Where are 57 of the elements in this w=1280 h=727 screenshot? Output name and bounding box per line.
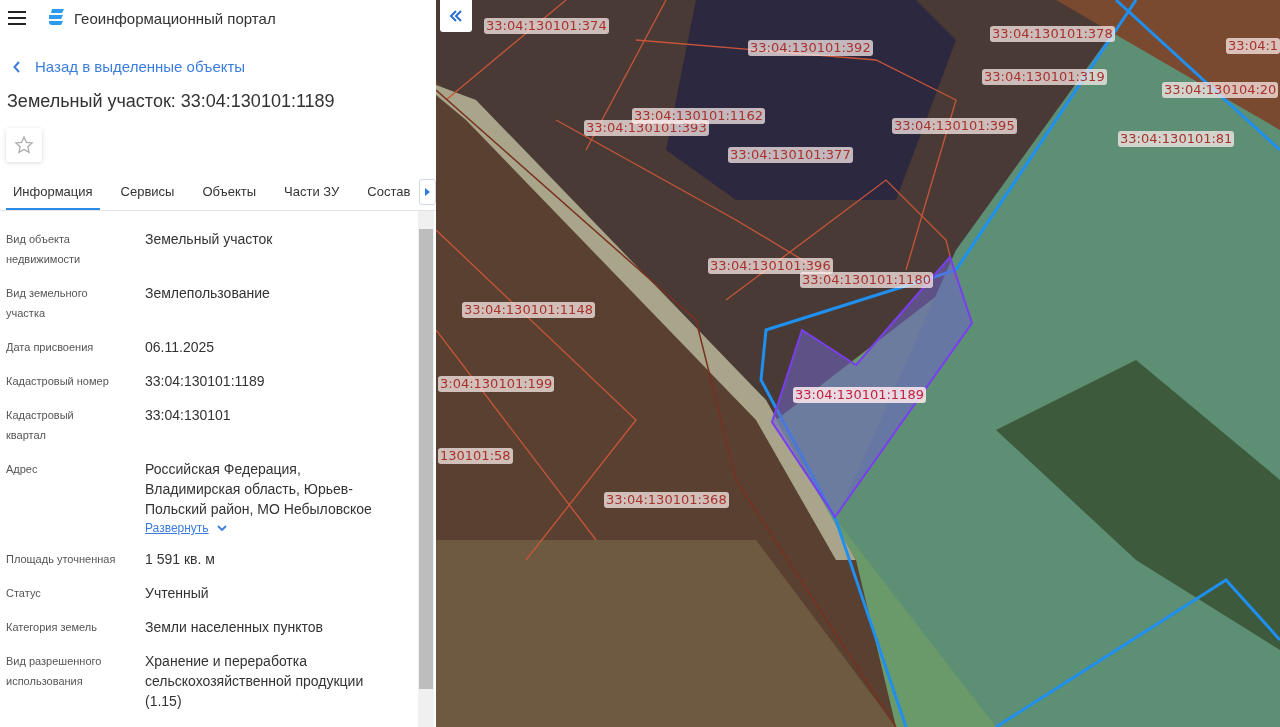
caret-right-icon — [425, 188, 431, 196]
parcel-label[interactable]: 33:04:1 — [1226, 38, 1280, 54]
scroll-tabs-button[interactable] — [419, 179, 436, 205]
property-value: Российская Федерация, Владимирская область, Юрьев-Польский район, МО Небыловское — [145, 460, 373, 519]
property-value: 1 591 кв. м — [145, 550, 216, 569]
property-value: 33:04:130101 — [145, 406, 232, 425]
chevron-left-icon — [13, 60, 21, 73]
parcel-label[interactable]: 33:04:130101:81 — [1118, 131, 1235, 147]
parcel-label[interactable]: 33:04:130101:396 — [708, 258, 833, 274]
property-value: Учтенный — [145, 584, 210, 603]
scrollbar[interactable] — [418, 211, 434, 727]
star-icon — [14, 135, 34, 155]
property-value: Земельный участок — [145, 230, 274, 249]
parcel-label[interactable]: 130101:58 — [438, 448, 513, 464]
parcel-label[interactable]: 33:04:130101:378 — [990, 26, 1115, 42]
property-label: Вид разрешенного использования — [6, 654, 103, 689]
parcel-label[interactable]: 33:04:130101:319 — [982, 69, 1107, 85]
property-label: Вид объекта недвижимости — [6, 232, 82, 267]
tab[interactable]: Состав — [360, 174, 418, 210]
parcel-label[interactable]: 33:04:130101:1180 — [800, 272, 933, 288]
property-value: Землепользование — [145, 284, 271, 303]
object-title: Земельный участок: 33:04:130101:1189 — [7, 91, 336, 112]
tab[interactable]: Части ЗУ — [277, 174, 347, 210]
back-link[interactable]: Назад в выделенные объекты — [13, 58, 436, 75]
tab[interactable]: Информация — [6, 174, 100, 210]
tab[interactable]: Объекты — [195, 174, 264, 210]
double-chevron-left-icon — [449, 10, 463, 22]
favorite-button[interactable] — [6, 128, 42, 162]
expand-link[interactable]: Развернуть — [145, 521, 227, 535]
property-value: 06.11.2025 — [145, 338, 216, 357]
property-label: Адрес — [6, 462, 39, 477]
property-label: Вид земельного участка — [6, 286, 89, 321]
parcel-label[interactable]: 33:04:130101:377 — [728, 147, 853, 163]
property-label: Кадастровый квартал — [6, 408, 75, 443]
logo-icon — [46, 8, 66, 28]
parcel-label[interactable]: 33:04:130101:1162 — [632, 108, 765, 124]
menu-icon[interactable] — [8, 11, 26, 25]
property-label: Кадастровый номер — [6, 374, 110, 389]
property-value: Хранение и переработка сельскохозяйственной продукции (1.15) — [145, 652, 365, 711]
parcel-label[interactable]: 3:04:130101:199 — [438, 376, 555, 392]
parcel-label[interactable]: 33:04:130101:368 — [604, 492, 729, 508]
property-label: Статус — [6, 586, 42, 601]
property-value: 33:04:130101:1189 — [145, 372, 266, 391]
parcel-label[interactable]: 33:04:130101:374 — [484, 18, 609, 34]
parcel-label[interactable]: 33:04:130104:20 — [1162, 82, 1279, 98]
parcel-label[interactable]: 33:04:130101:395 — [892, 118, 1017, 134]
parcel-label[interactable]: 33:04:130101:392 — [748, 40, 873, 56]
app-title: Геоинформационный портал — [74, 9, 276, 27]
parcel-label[interactable]: 33:04:130101:1148 — [462, 302, 595, 318]
property-value: Земли населенных пунктов — [145, 618, 325, 637]
tab[interactable]: Сервисы — [113, 174, 182, 210]
chevron-down-icon — [216, 524, 227, 532]
property-label: Категория земель — [6, 620, 98, 635]
property-label: Площадь уточненная — [6, 552, 117, 567]
parcel-label[interactable]: 33:04:130101:1189 — [793, 387, 926, 403]
property-label: Дата присвоения — [6, 340, 95, 355]
collapse-panel-button[interactable] — [440, 0, 472, 32]
